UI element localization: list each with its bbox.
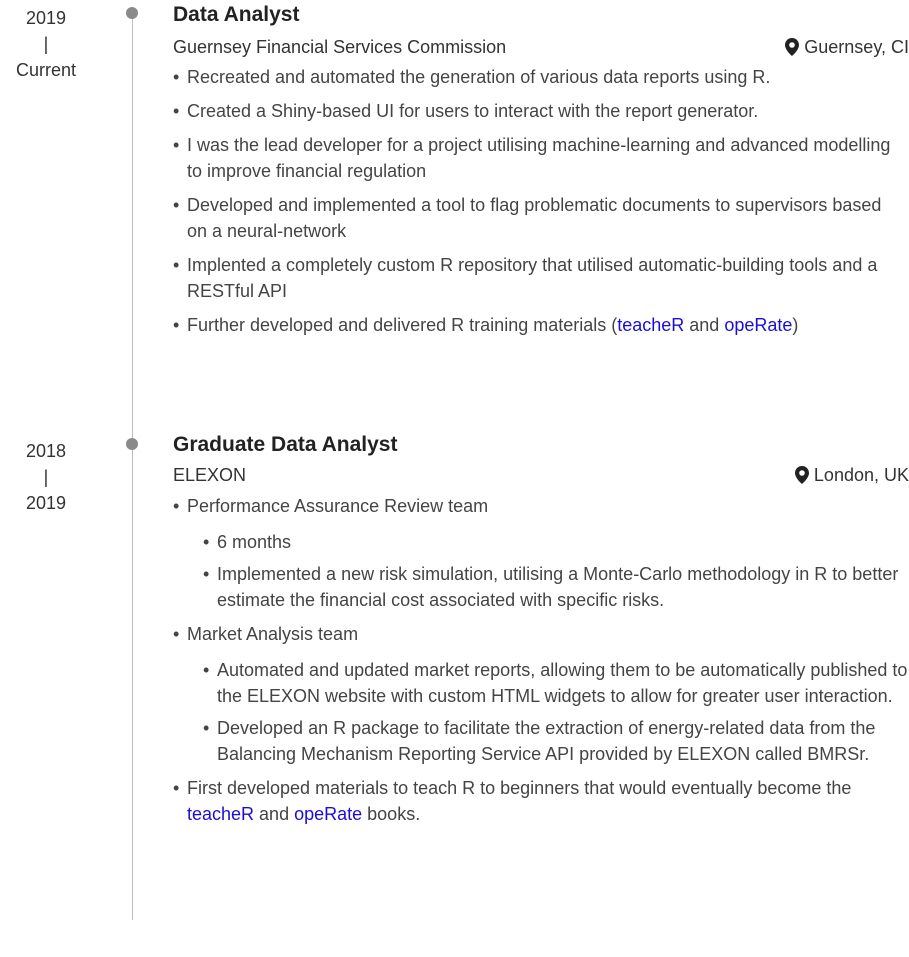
- list-item: Created a Shiny-based UI for users to in…: [173, 98, 893, 124]
- organization-name: ELEXON: [173, 465, 247, 485]
- list-item-text: books.: [362, 804, 421, 824]
- list-item-team: Performance Assurance Review team 6 mont…: [173, 493, 909, 613]
- list-item: I was the lead developer for a project u…: [173, 132, 893, 184]
- team-label: Market Analysis team: [187, 624, 359, 644]
- timeline-dot-icon: [126, 438, 138, 450]
- entry-dates: 2018 | 2019: [0, 438, 92, 516]
- org-row: Guernsey Financial Services Commission G…: [173, 35, 909, 59]
- date-separator: |: [43, 34, 49, 54]
- teacher-link[interactable]: teacheR: [187, 804, 254, 824]
- list-item-text: Further developed and delivered R traini…: [187, 315, 618, 335]
- entry-dates: 2019 | Current: [0, 5, 92, 83]
- location: Guernsey, CI: [785, 35, 909, 59]
- location-label: London, UK: [813, 465, 909, 485]
- teacher-link[interactable]: teacheR: [617, 315, 684, 335]
- list-item: Automated and updated market reports, al…: [203, 657, 909, 709]
- timeline-line: [132, 10, 133, 920]
- list-item: First developed materials to teach R to …: [173, 775, 909, 827]
- sub-list: 6 months Implemented a new risk simulati…: [187, 529, 909, 613]
- team-label: Performance Assurance Review team: [187, 496, 489, 516]
- map-marker-icon: [785, 38, 800, 56]
- list-item: Implented a completely custom R reposito…: [173, 252, 893, 304]
- job-title: Data Analyst: [173, 3, 300, 26]
- list-item-text: and: [254, 804, 295, 824]
- organization-name: Guernsey Financial Services Commission: [173, 37, 507, 57]
- map-marker-icon: [794, 466, 809, 484]
- date-start: 2019: [25, 8, 67, 28]
- list-item-team: Market Analysis team Automated and updat…: [173, 621, 909, 767]
- entry-content: Graduate Data Analyst ELEXON London, UK …: [173, 434, 909, 835]
- org-row: ELEXON London, UK: [173, 463, 909, 487]
- list-item-text: First developed materials to teach R to …: [187, 778, 852, 798]
- sub-list: Automated and updated market reports, al…: [187, 657, 909, 767]
- list-item-text: ): [792, 315, 799, 335]
- list-item: 6 months: [203, 529, 909, 555]
- operate-link[interactable]: opeRate: [724, 315, 792, 335]
- list-item: Further developed and delivered R traini…: [173, 312, 893, 338]
- operate-link[interactable]: opeRate: [294, 804, 362, 824]
- responsibility-list: Recreated and automated the generation o…: [173, 64, 893, 338]
- location: London, UK: [794, 463, 909, 487]
- timeline-dot-icon: [126, 7, 138, 19]
- date-separator: |: [43, 467, 49, 487]
- location-label: Guernsey, CI: [804, 37, 909, 57]
- date-end: 2019: [25, 493, 67, 513]
- list-item: Recreated and automated the generation o…: [173, 64, 893, 90]
- list-item-text: and: [684, 315, 725, 335]
- responsibility-list: Performance Assurance Review team 6 mont…: [173, 493, 909, 827]
- date-end: Current: [15, 60, 77, 80]
- job-title: Graduate Data Analyst: [173, 433, 398, 456]
- date-start: 2018: [25, 441, 67, 461]
- list-item: Developed an R package to facilitate the…: [203, 715, 909, 767]
- list-item: Implemented a new risk simulation, utili…: [203, 561, 909, 613]
- entry-content: Data Analyst Guernsey Financial Services…: [173, 4, 909, 346]
- list-item: Developed and implemented a tool to flag…: [173, 192, 893, 244]
